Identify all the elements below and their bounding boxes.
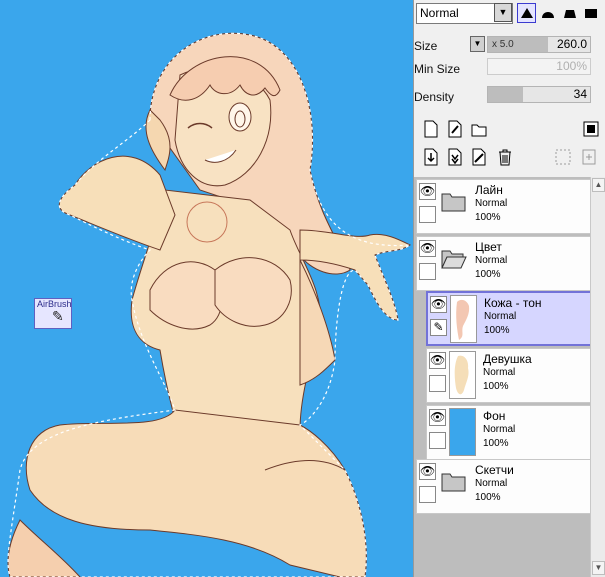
layer-mode: Normal <box>475 255 508 266</box>
layer-item-kozha-ton[interactable]: 👁 ✎ Кожа - тон Normal 100% <box>426 291 604 346</box>
open-folder-icon <box>441 250 467 269</box>
size-value: 260.0 <box>556 37 587 51</box>
layer-item-devushka[interactable]: 👁 Девушка Normal 100% <box>426 348 604 403</box>
eye-icon[interactable]: 👁 <box>419 183 436 200</box>
brush-shape-2-icon[interactable] <box>538 3 557 23</box>
folder-icon <box>441 473 466 492</box>
new-linework-layer-icon[interactable] <box>446 119 464 139</box>
size-multiplier: x 5.0 <box>492 39 514 50</box>
size-slider[interactable]: x 5.0 260.0 <box>487 36 591 53</box>
new-folder-icon[interactable] <box>470 119 488 139</box>
layer-mask-icon[interactable] <box>582 119 600 139</box>
brush-shape-3-icon[interactable] <box>560 3 579 23</box>
layer-name: Фон <box>483 409 506 423</box>
delete-layer-icon[interactable] <box>496 147 514 167</box>
layer-mode: Normal <box>484 311 517 322</box>
layer-name: Девушка <box>483 352 532 366</box>
layer-opacity: 100% <box>484 325 510 336</box>
drawing-canvas[interactable]: AirBrush ✎ <box>0 0 413 577</box>
layer-thumbnail <box>449 351 476 399</box>
layer-name: Кожа - тон <box>484 296 542 310</box>
layer-opacity: 100% <box>475 492 501 503</box>
brush-shape-1-icon[interactable] <box>517 3 536 23</box>
artwork-illustration <box>7 32 413 577</box>
layer-item-laine[interactable]: 👁 Лайн Normal 100% <box>416 179 594 234</box>
clear-layer-icon[interactable] <box>470 147 488 167</box>
min-size-slider: 100% <box>487 58 591 75</box>
layer-mode: Normal <box>483 424 516 435</box>
airbrush-tool-tag: AirBrush ✎ <box>34 298 72 329</box>
layer-mode: Normal <box>483 367 516 378</box>
folder-icon <box>441 193 466 212</box>
layer-item-fon[interactable]: 👁 Фон Normal 100% <box>426 405 604 460</box>
layer-mode: Normal <box>475 478 508 489</box>
layer-opacity: 100% <box>475 269 501 280</box>
layer-checkbox[interactable] <box>429 375 446 392</box>
layer-item-tsvet[interactable]: 👁 Цвет Normal 100% <box>416 236 594 291</box>
layer-name: Лайн <box>475 183 503 197</box>
eye-icon[interactable]: 👁 <box>430 296 447 313</box>
scroll-down-icon[interactable]: ▼ <box>592 561 605 575</box>
new-layer-icon[interactable] <box>422 119 440 139</box>
layer-checkbox[interactable] <box>419 206 436 223</box>
layer-thumbnail <box>450 295 477 343</box>
grid-disabled-icon <box>554 147 572 167</box>
layer-item-sketchi[interactable]: 👁 Скетчи Normal 100% <box>416 459 594 514</box>
transfer-down-icon[interactable] <box>422 147 440 167</box>
layers-scrollbar[interactable]: ▲ ▼ <box>590 177 605 577</box>
density-slider[interactable]: 34 <box>487 86 591 103</box>
layer-opacity: 100% <box>483 438 509 449</box>
brush-shape-4-icon[interactable] <box>581 3 600 23</box>
eye-icon[interactable]: 👁 <box>419 240 436 257</box>
eye-icon[interactable]: 👁 <box>429 409 446 426</box>
chevron-down-icon[interactable]: ▼ <box>494 3 512 22</box>
layer-name: Скетчи <box>475 463 514 477</box>
size-multiplier-chevron-icon[interactable]: ▼ <box>470 36 485 52</box>
layer-thumbnail <box>449 408 476 456</box>
size-label: Size <box>414 39 438 53</box>
merge-down-icon[interactable] <box>446 147 464 167</box>
layer-checkbox[interactable] <box>429 432 446 449</box>
layer-opacity: 100% <box>483 381 509 392</box>
min-size-label: Min Size <box>414 62 461 76</box>
brush-lock-icon[interactable]: ✎ <box>430 319 447 336</box>
layer-name: Цвет <box>475 240 502 254</box>
layer-opacity: 100% <box>475 212 501 223</box>
layer-mode: Normal <box>475 198 508 209</box>
eye-icon[interactable]: 👁 <box>419 463 436 480</box>
min-size-value: 100% <box>556 59 587 73</box>
density-label: Density <box>414 90 455 104</box>
tool-panel: Normal ▼ Size ▼ x 5.0 260.0 Min Size 100… <box>413 0 605 577</box>
eye-icon[interactable]: 👁 <box>429 352 446 369</box>
blend-mode-value: Normal <box>420 6 459 20</box>
apply-mask-disabled-icon <box>580 147 598 167</box>
scroll-up-icon[interactable]: ▲ <box>592 178 605 192</box>
layer-checkbox[interactable] <box>419 486 436 503</box>
layer-checkbox[interactable] <box>419 263 436 280</box>
density-value: 34 <box>573 87 587 101</box>
layers-list[interactable]: 👁 Лайн Normal 100% 👁 Цвет Normal 100% 👁 … <box>414 177 605 577</box>
airbrush-icon: ✎ <box>52 308 64 324</box>
